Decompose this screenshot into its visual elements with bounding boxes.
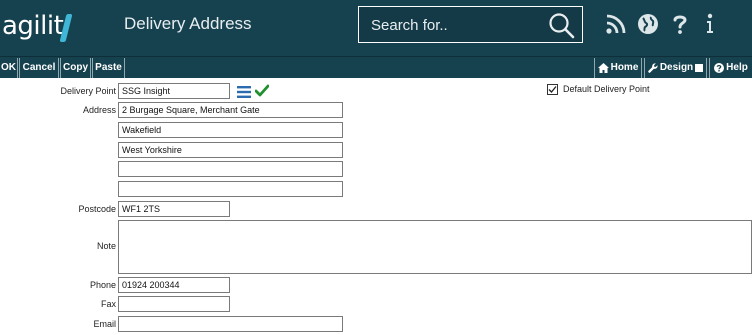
address-line-5-field[interactable] xyxy=(118,181,343,197)
search-box xyxy=(358,6,583,43)
page-title: Delivery Address xyxy=(124,14,252,33)
wrench-icon xyxy=(648,63,658,73)
help-icon[interactable] xyxy=(668,12,692,36)
note-label: Note xyxy=(96,241,116,251)
app-header: agilit Delivery Address xyxy=(0,0,752,56)
note-field[interactable] xyxy=(118,220,752,274)
search-icon[interactable] xyxy=(547,11,577,41)
design-label: Design xyxy=(659,62,694,73)
default-delivery-point-label: Default Delivery Point xyxy=(563,84,650,94)
ok-label: OK xyxy=(1,62,16,73)
phone-label: Phone xyxy=(89,280,116,290)
cancel-button[interactable]: Cancel xyxy=(19,58,59,78)
address-label: Address xyxy=(82,105,116,115)
postcode-label: Postcode xyxy=(78,204,116,214)
paste-button[interactable]: Paste xyxy=(92,58,125,78)
fax-field[interactable] xyxy=(118,296,230,312)
help-label: Help xyxy=(726,62,748,73)
copy-label: Copy xyxy=(63,62,88,73)
rss-icon[interactable] xyxy=(604,12,628,36)
phone-field[interactable] xyxy=(118,277,230,293)
home-button[interactable]: Home xyxy=(594,58,642,78)
email-field[interactable] xyxy=(118,316,343,332)
question-circle-icon xyxy=(714,63,725,73)
checkmark-icon xyxy=(548,86,557,93)
design-toggle-square[interactable] xyxy=(695,64,704,72)
ok-button[interactable]: OK xyxy=(0,58,18,78)
address-line-1-field[interactable] xyxy=(118,102,343,118)
info-icon[interactable] xyxy=(698,12,722,36)
home-icon xyxy=(597,63,609,73)
cancel-label: Cancel xyxy=(22,62,56,73)
copy-button[interactable]: Copy xyxy=(60,58,91,78)
logo-text: agilit xyxy=(2,11,64,41)
agility-logo[interactable]: agilit xyxy=(0,8,90,44)
fax-label: Fax xyxy=(100,299,116,309)
design-button[interactable]: Design xyxy=(644,58,707,78)
search-input[interactable] xyxy=(371,15,531,35)
address-line-4-field[interactable] xyxy=(118,161,343,177)
address-line-3-field[interactable] xyxy=(118,142,343,158)
globe-icon[interactable] xyxy=(636,12,660,36)
delivery-point-label: Delivery Point xyxy=(60,86,116,96)
toolbar: OK Cancel Copy Paste Home Design Help xyxy=(0,56,752,78)
paste-label: Paste xyxy=(95,62,122,73)
delivery-point-field[interactable] xyxy=(118,83,230,99)
postcode-field[interactable] xyxy=(118,201,230,217)
list-icon[interactable] xyxy=(237,85,251,98)
email-label: Email xyxy=(93,319,116,329)
default-delivery-point-checkbox[interactable] xyxy=(547,84,558,95)
help-button[interactable]: Help xyxy=(709,58,752,78)
home-label: Home xyxy=(610,62,639,73)
address-line-2-field[interactable] xyxy=(118,122,343,138)
check-icon[interactable] xyxy=(254,84,270,97)
